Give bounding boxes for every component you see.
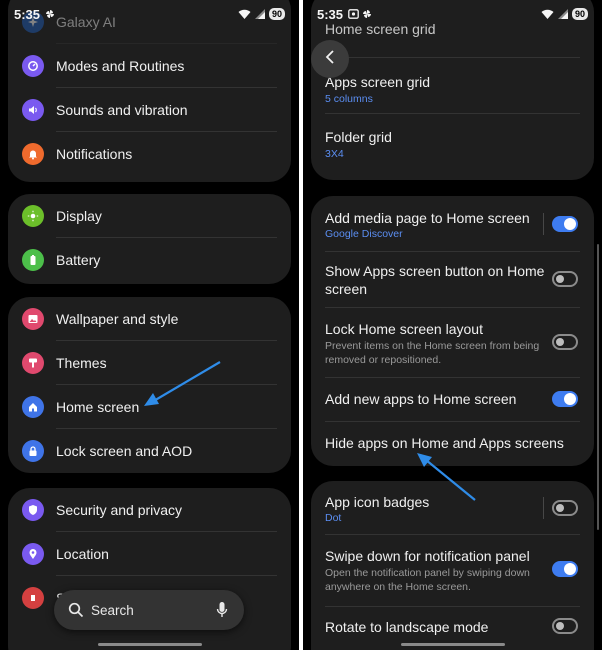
setting-add-media-page[interactable]: Add media page to Home screen Google Dis… [311,196,594,252]
settings-item-wallpaper[interactable]: Wallpaper and style [8,297,291,341]
screenshot-icon [348,7,359,22]
settings-item-label: Lock screen and AOD [56,443,193,459]
settings-item-location[interactable]: Location [8,532,291,576]
brush-icon [22,352,44,374]
setting-value: 5 columns [325,93,373,105]
icon-badges-toggle[interactable] [552,500,578,516]
status-time: 5:35 [14,6,41,22]
battery-icon [22,249,44,271]
pinwheel-icon [45,9,55,19]
safety-icon [22,587,44,609]
gesture-bar[interactable] [97,643,202,646]
back-button[interactable] [311,40,349,78]
setting-title: Apps screen grid [325,74,431,90]
setting-folder-grid[interactable]: Folder grid 3X4 [311,114,594,170]
settings-item-label: Battery [56,252,101,268]
setting-description: Prevent items on the Home screen from be… [325,340,540,366]
image-icon [22,308,44,330]
wifi-icon [238,7,251,22]
setting-value: 3X4 [325,148,344,160]
settings-item-label: Notifications [56,146,133,162]
settings-group-2: Display Battery [8,194,291,284]
settings-item-battery[interactable]: Battery [8,238,291,282]
microphone-icon[interactable] [216,601,228,624]
setting-app-icon-badges[interactable]: App icon badges Dot [311,481,594,535]
add-new-apps-toggle[interactable] [552,391,578,407]
sun-icon [22,205,44,227]
setting-hide-apps[interactable]: Hide apps on Home and Apps screens [311,422,594,466]
modes-routines-icon [22,55,44,77]
scrollbar[interactable] [597,244,599,530]
shield-icon [22,499,44,521]
setting-title: Hide apps on Home and Apps screens [325,435,564,451]
setting-title: Lock Home screen layout [325,321,483,337]
setting-title: App icon badges [325,494,430,510]
setting-lock-layout[interactable]: Lock Home screen layout Prevent items on… [311,308,594,378]
setting-show-apps-button[interactable]: Show Apps screen button on Home screen [311,252,594,308]
settings-item-label: Themes [56,355,107,371]
setting-apps-screen-grid[interactable]: Apps screen grid 5 columns [311,58,594,114]
setting-title: Add new apps to Home screen [325,391,517,407]
settings-screen: 5:35 90 Galaxy AI Modes and Routines Sou… [0,0,299,650]
chevron-left-icon [324,49,336,70]
settings-item-label: Modes and Routines [56,58,185,74]
settings-item-sounds[interactable]: Sounds and vibration [8,88,291,132]
status-bar: 5:35 90 [0,0,299,28]
setting-title: Folder grid [325,129,392,145]
search-icon [68,602,84,623]
settings-item-label: Security and privacy [56,502,183,518]
speaker-icon [22,99,44,121]
setting-value: Google Discover [325,228,403,240]
settings-item-themes[interactable]: Themes [8,341,291,385]
rotate-toggle[interactable] [552,618,578,634]
setting-title: Add media page to Home screen [325,210,530,226]
search-bar[interactable]: Search [54,590,244,630]
settings-item-label: Location [56,546,109,562]
lock-icon [22,440,44,462]
search-label: Search [91,602,134,618]
status-bar: 5:35 90 [303,0,602,28]
settings-item-home-screen[interactable]: Home screen [8,385,291,429]
media-page-toggle[interactable] [552,216,578,232]
settings-item-notifications[interactable]: Notifications [8,132,291,176]
apps-button-toggle[interactable] [552,271,578,287]
setting-title: Show Apps screen button on Home screen [325,263,545,297]
gesture-bar[interactable] [400,643,505,646]
badges-gestures-card: App icon badges Dot Swipe down for notif… [311,481,594,650]
swipe-down-toggle[interactable] [552,561,578,577]
settings-item-label: Home screen [56,399,140,415]
setting-title: Rotate to landscape mode [325,619,489,635]
setting-description: Open the notification panel by swiping d… [325,567,530,593]
signal-icon [254,7,265,22]
lock-layout-toggle[interactable] [552,334,578,350]
status-time: 5:35 [317,6,344,22]
setting-value: Dot [325,512,342,524]
settings-item-label: Display [56,208,102,224]
battery-indicator: 90 [571,8,588,20]
home-screen-settings-screen: 5:35 90 Home screen grid Apps screen gri… [303,0,602,650]
setting-add-new-apps[interactable]: Add new apps to Home screen [311,378,594,422]
signal-icon [557,7,568,22]
setting-swipe-down[interactable]: Swipe down for notification panel Open t… [311,535,594,607]
battery-indicator: 90 [268,8,285,20]
home-icon [22,396,44,418]
settings-item-label: Sounds and vibration [56,102,188,118]
bell-icon [22,143,44,165]
settings-item-modes-routines[interactable]: Modes and Routines [8,44,291,88]
settings-group-3: Wallpaper and style Themes Home screen L… [8,297,291,473]
setting-title: Swipe down for notification panel [325,548,530,564]
pinwheel-icon [362,7,372,22]
home-options-card: Add media page to Home screen Google Dis… [311,196,594,466]
settings-item-display[interactable]: Display [8,194,291,238]
settings-item-security[interactable]: Security and privacy [8,488,291,532]
wifi-icon [541,7,554,22]
settings-item-label: Wallpaper and style [56,311,179,327]
location-pin-icon [22,543,44,565]
settings-item-lock-screen[interactable]: Lock screen and AOD [8,429,291,473]
